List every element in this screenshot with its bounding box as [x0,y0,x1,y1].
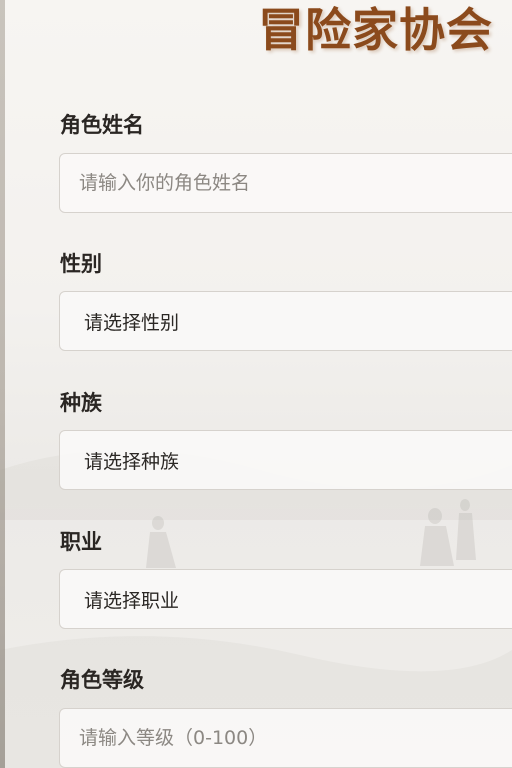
gender-select-value: 请选择性别 [84,311,180,334]
gender-select[interactable]: 请选择性别 [59,291,512,351]
name-input[interactable] [59,153,512,213]
level-label: 角色等级 [60,667,144,692]
level-input[interactable] [59,708,512,768]
window-left-edge [0,0,5,768]
class-select[interactable]: 请选择职业 [59,569,512,629]
race-select-value: 请选择种族 [84,450,180,473]
class-label: 职业 [60,529,102,554]
race-label: 种族 [60,390,102,415]
race-select[interactable]: 请选择种族 [59,430,512,490]
class-select-value: 请选择职业 [84,589,180,612]
gender-label: 性别 [60,251,102,276]
page-title: 冒险家协会 [258,3,493,57]
name-label: 角色姓名 [60,112,144,137]
